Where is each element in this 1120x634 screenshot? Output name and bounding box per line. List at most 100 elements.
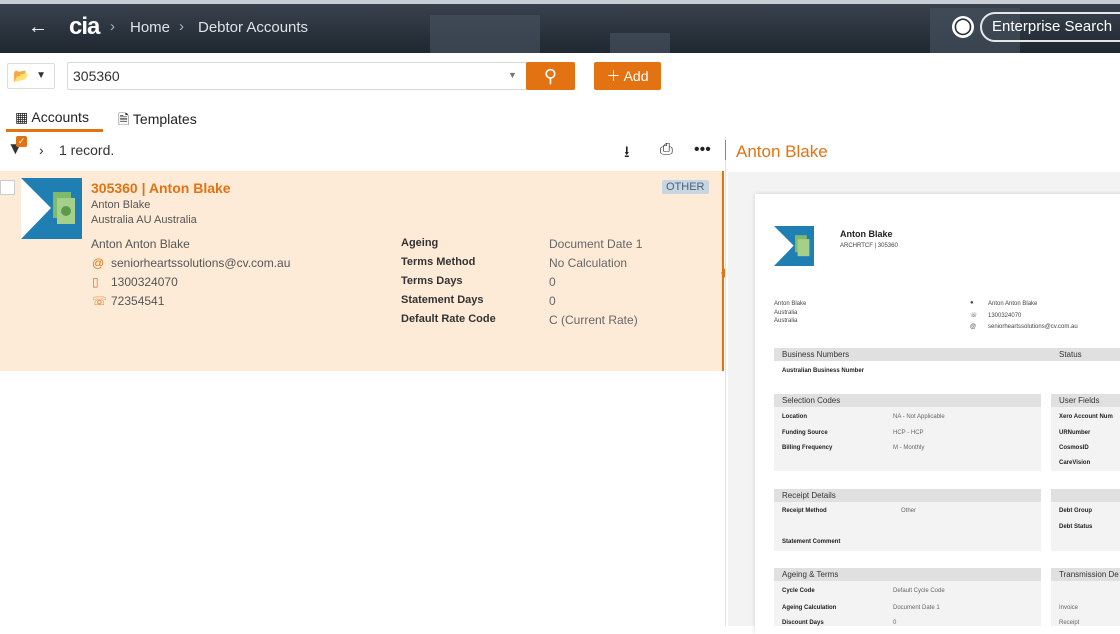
contact-mobile[interactable]: 1300324070 [111, 275, 178, 289]
preview-addr-line: Australia [774, 318, 798, 324]
preview-key: CosmosID [1059, 445, 1089, 451]
preview-contact: seniorheartssolutions@cv.com.au [988, 324, 1078, 330]
preview-contact: Anton Anton Blake [988, 301, 1038, 307]
preview-value: Document Date 1 [893, 605, 940, 611]
preview-value: 0 [893, 620, 897, 626]
preview-value: Receipt [1059, 620, 1080, 626]
account-title[interactable]: 305360 | Anton Blake [91, 180, 231, 196]
chevron-right-icon: › [179, 18, 184, 35]
preview-key: Xero Account Num [1059, 414, 1113, 420]
account-name: Anton Blake [91, 199, 151, 211]
skyline-building [430, 15, 540, 53]
preview-section-title: Ageing & Terms [782, 570, 839, 579]
status-badge: OTHER [662, 180, 709, 194]
chevron-right-icon: › [110, 18, 115, 35]
top-strip [0, 0, 1120, 4]
row-checkbox[interactable] [0, 180, 15, 195]
preview-section-title: Receipt Details [782, 491, 836, 500]
tab-templates-label: Templates [132, 111, 197, 127]
panel-divider[interactable] [725, 137, 726, 626]
preview-value: Default Cycle Code [893, 588, 945, 594]
contact-name: Anton Anton Blake [91, 237, 190, 251]
preview-key: Australian Business Number [782, 368, 865, 374]
field-value: C (Current Rate) [549, 313, 638, 327]
field-key: Statement Days [401, 294, 484, 306]
preview-title: Anton Blake [736, 142, 828, 161]
preview-doc-sub: ARCHRTCF | 305360 [840, 243, 898, 249]
preview-key: CareVision [1059, 460, 1091, 466]
enterprise-search-button[interactable]: Enterprise Search [980, 12, 1120, 42]
preview-addr-line: Anton Blake [774, 301, 807, 307]
preview-key: Debt Status [1059, 524, 1093, 530]
preview-addr-line: Australia [774, 310, 798, 316]
preview-key: Funding Source [782, 430, 828, 436]
add-button[interactable]: ＋ Add [594, 62, 661, 90]
preview-section-bar [1051, 489, 1120, 502]
preview-value: HCP - HCP [893, 430, 924, 436]
preview-value: M - Monthly [893, 445, 925, 451]
selection-notch [721, 268, 725, 278]
active-tab-indicator [6, 129, 103, 132]
preview-key: Cycle Code [782, 588, 815, 594]
preview-key: Location [782, 414, 807, 420]
field-key: Terms Days [401, 275, 463, 287]
tab-accounts[interactable]: ▦ Accounts [15, 109, 89, 126]
person-icon: ● [970, 300, 974, 306]
preview-key: Discount Days [782, 620, 824, 626]
field-value: 0 [549, 275, 556, 289]
preview-key: Billing Frequency [782, 445, 833, 451]
field-value: 0 [549, 294, 556, 308]
folder-icon: 📂 [13, 68, 30, 83]
export-icon[interactable]: ⭳ [624, 141, 630, 168]
app-logo[interactable]: cia [69, 13, 100, 41]
phone-icon: ☏ [92, 294, 108, 308]
tab-accounts-label: Accounts [31, 109, 89, 125]
account-avatar [21, 178, 82, 239]
preview-key: URNumber [1059, 430, 1091, 436]
search-button[interactable]: ⚲ [526, 62, 575, 90]
field-key: Terms Method [401, 256, 476, 268]
document-icon: 🗎 [118, 111, 130, 127]
tab-templates[interactable]: 🗎 Templates [118, 109, 197, 133]
preview-key: Receipt Method [782, 508, 827, 514]
chevron-right-icon[interactable]: › [39, 142, 44, 158]
filter-active-icon: ✓ [16, 136, 27, 147]
preview-section-title: Selection Codes [782, 396, 841, 405]
more-icon[interactable]: ••• [694, 141, 711, 159]
preview-key: Debt Group [1059, 508, 1092, 514]
preview-value: Other [901, 508, 917, 514]
preview-doc-title: Anton Blake [840, 229, 893, 239]
contact-email[interactable]: seniorheartssolutions@cv.com.au [111, 256, 290, 270]
preview-value: NA - Not Applicable [893, 414, 945, 420]
record-count: 1 record. [59, 142, 115, 158]
print-icon[interactable]: ⎙ [660, 141, 673, 159]
caret-down-icon: ▼ [36, 70, 46, 81]
field-key: Default Rate Code [401, 313, 496, 325]
preview-section-title: Status [1059, 350, 1082, 359]
search-icon: ⚲ [543, 66, 558, 86]
preview-section-title: User Fields [1059, 396, 1100, 405]
preview-key: Ageing Calculation [782, 605, 837, 611]
contact-phone[interactable]: 72354541 [111, 294, 164, 308]
search-input[interactable] [67, 62, 527, 90]
breadcrumb-debtor-accounts: Debtor Accounts [198, 19, 309, 36]
accessibility-icon[interactable]: ◯ [952, 16, 974, 38]
search-dropdown-icon[interactable]: ▼ [508, 70, 517, 80]
preview-avatar [774, 226, 814, 266]
preview-section-title: Business Numbers [782, 350, 850, 359]
preview-value: Invoice [1059, 605, 1079, 611]
arrow-left-icon[interactable]: ← [28, 16, 48, 38]
preview-section-title: Transmission De [1059, 570, 1119, 579]
table-icon: ▦ [15, 109, 29, 125]
phone-icon: ☏ [970, 313, 978, 319]
plus-icon: ＋ [606, 68, 621, 84]
field-value: Document Date 1 [549, 237, 643, 251]
preview-contact: 1300324070 [988, 313, 1022, 319]
folder-dropdown[interactable]: 📂 ▼ [7, 63, 55, 89]
account-location: Australia AU Australia [91, 214, 197, 226]
preview-key: Statement Comment [782, 539, 841, 545]
top-bar: ← cia › Home › Debtor Accounts ◯ Enterpr… [0, 0, 1120, 53]
field-key: Ageing [401, 237, 439, 249]
breadcrumb-home[interactable]: Home [130, 19, 170, 36]
add-label: Add [623, 68, 649, 84]
